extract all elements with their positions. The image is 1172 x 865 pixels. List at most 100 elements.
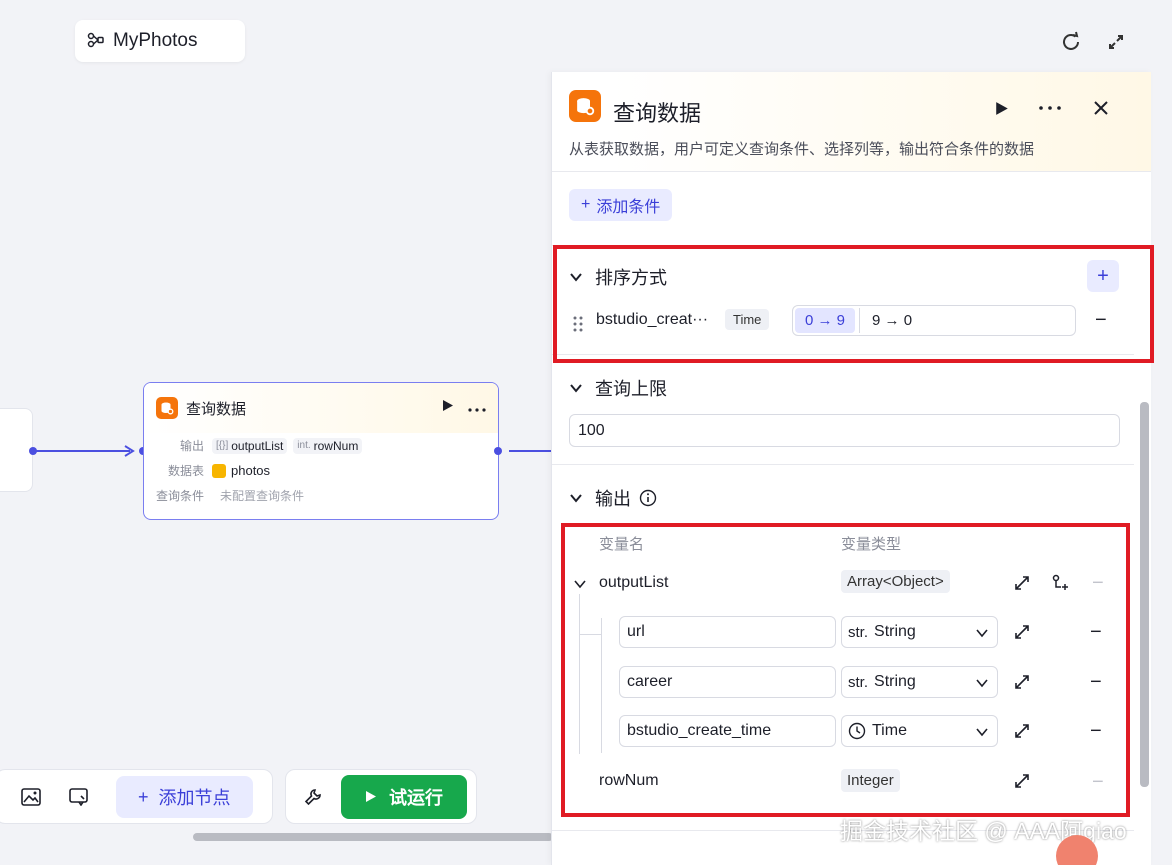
node-output-port[interactable]	[494, 447, 502, 455]
row-num-type: Integer	[841, 769, 900, 792]
output-list-type: Array<Object>	[841, 570, 950, 593]
node-table-row: 数据表 photos	[144, 458, 498, 483]
add-condition-button[interactable]: + 添加条件	[569, 189, 673, 221]
tree-line	[579, 594, 580, 754]
query-data-node[interactable]: 查询数据 输出 [{}] outputList int. rowNum 数据表 ph…	[143, 382, 499, 520]
comment-icon[interactable]	[69, 788, 89, 809]
limit-title: 查询上限	[595, 379, 667, 399]
expand-icon[interactable]	[1013, 574, 1031, 592]
child-type-label: String	[874, 623, 916, 640]
chevron-down-icon	[570, 384, 582, 393]
run-toolbar: 试运行	[285, 769, 477, 824]
add-node-label: 添加节点	[158, 788, 231, 808]
output-list-name: outputList	[599, 574, 669, 591]
drag-handle-icon[interactable]	[573, 316, 583, 335]
remove-child-button[interactable]: −	[1090, 672, 1102, 692]
child-type-select[interactable]: Time	[841, 715, 998, 747]
add-node-button[interactable]: + 添加节点	[116, 776, 253, 818]
remove-output-button: −	[1092, 572, 1104, 594]
tree-line	[579, 634, 601, 635]
divider	[552, 245, 1134, 246]
chevron-down-icon	[570, 494, 582, 503]
image-icon[interactable]	[21, 788, 41, 809]
sort-desc-option[interactable]: 9 → 0	[859, 308, 924, 333]
more-icon[interactable]	[1038, 96, 1062, 120]
limit-section-header[interactable]: 查询上限	[569, 375, 667, 401]
divider	[552, 354, 1134, 355]
add-child-icon[interactable]	[1050, 573, 1070, 593]
node-output-row: 输出 [{}] outputList int. rowNum	[144, 433, 498, 458]
workflow-icon	[87, 31, 105, 52]
close-icon[interactable]	[1089, 96, 1113, 120]
child-name-input[interactable]: career	[619, 666, 836, 698]
sort-section-header[interactable]: 排序方式	[569, 264, 667, 290]
app-title: MyPhotos	[113, 30, 198, 51]
refresh-icon[interactable]	[1059, 30, 1083, 54]
child-name-input[interactable]: bstudio_create_time	[619, 715, 836, 747]
database-icon	[569, 90, 601, 122]
child-type-select[interactable]: str. String	[841, 616, 998, 648]
output-tag: int. rowNum	[293, 437, 363, 454]
divider	[552, 464, 1134, 465]
wrench-icon[interactable]	[304, 788, 322, 809]
fullscreen-icon[interactable]	[1104, 30, 1128, 54]
chevron-down-icon	[570, 273, 582, 282]
panel-title: 查询数据	[613, 101, 702, 126]
condition-value: 未配置查询条件	[220, 489, 305, 503]
edge-line	[36, 450, 130, 452]
tree-line	[601, 618, 602, 753]
chevron-down-icon	[976, 728, 988, 737]
edge-line	[509, 450, 551, 452]
plus-icon: +	[581, 196, 591, 213]
row-num-name: rowNum	[599, 772, 659, 789]
column-header-name: 变量名	[599, 536, 645, 553]
panel-description: 从表获取数据，用户可定义查询条件、选择列等，输出符合条件的数据	[569, 141, 1035, 158]
remove-rownum-button: −	[1092, 771, 1104, 793]
expand-icon[interactable]	[1013, 722, 1031, 740]
vertical-scrollbar[interactable]	[1140, 402, 1149, 787]
horizontal-scrollbar[interactable]	[193, 833, 553, 841]
table-icon	[212, 463, 226, 478]
child-type-label: Time	[872, 722, 907, 739]
expand-icon[interactable]	[1013, 623, 1031, 641]
string-type-icon: str.	[848, 623, 869, 641]
plus-icon: +	[138, 786, 149, 807]
play-icon[interactable]	[990, 96, 1014, 120]
add-sort-button[interactable]: +	[1087, 260, 1119, 292]
test-run-button[interactable]: 试运行	[341, 775, 467, 819]
remove-sort-button[interactable]: −	[1095, 310, 1107, 330]
node-title: 查询数据	[186, 400, 247, 418]
add-condition-label: 添加条件	[596, 199, 661, 216]
expand-icon[interactable]	[1013, 673, 1031, 691]
panel-header: 查询数据 从表获取数据，用户可定义查询条件、选择列等，输出符合条件的数据	[552, 72, 1151, 172]
play-icon[interactable]	[442, 399, 454, 415]
workflow-canvas[interactable]: MyPhotos 查询数据 输出 [{}] outputList int. rowN…	[0, 0, 1172, 865]
more-icon[interactable]	[468, 399, 486, 415]
sort-field-type: Time	[725, 309, 770, 330]
column-header-type: 变量类型	[841, 536, 902, 553]
child-type-select[interactable]: str. String	[841, 666, 998, 698]
table-label: 数据表	[167, 464, 204, 478]
app-title-card[interactable]: MyPhotos	[75, 20, 245, 62]
expand-icon[interactable]	[1013, 772, 1031, 790]
limit-input[interactable]: 100	[569, 414, 1120, 447]
table-value: photos	[212, 463, 270, 478]
output-label: 输出	[179, 439, 204, 453]
node-config-panel: 查询数据 从表获取数据，用户可定义查询条件、选择列等，输出符合条件的数据 + 添…	[551, 72, 1151, 865]
output-title: 输出	[595, 489, 631, 509]
canvas-toolbar: + 添加节点	[0, 769, 273, 824]
output-section-header[interactable]: 输出	[569, 485, 657, 511]
output-tag: [{}] outputList	[212, 437, 288, 454]
sort-order-toggle: 0 → 9 9 → 0	[792, 305, 1076, 336]
child-type-label: String	[874, 673, 916, 690]
chevron-down-icon[interactable]	[573, 577, 587, 591]
info-icon[interactable]	[639, 489, 657, 507]
remove-child-button[interactable]: −	[1090, 622, 1102, 642]
child-name-input[interactable]: url	[619, 616, 836, 648]
chevron-down-icon	[976, 679, 988, 688]
sort-asc-option[interactable]: 0 → 9	[795, 308, 856, 333]
remove-child-button[interactable]: −	[1090, 721, 1102, 741]
clock-icon	[848, 722, 866, 740]
sort-field-name[interactable]: bstudio_creat···	[596, 311, 720, 329]
node-condition-row: 查询条件 未配置查询条件	[144, 483, 498, 508]
